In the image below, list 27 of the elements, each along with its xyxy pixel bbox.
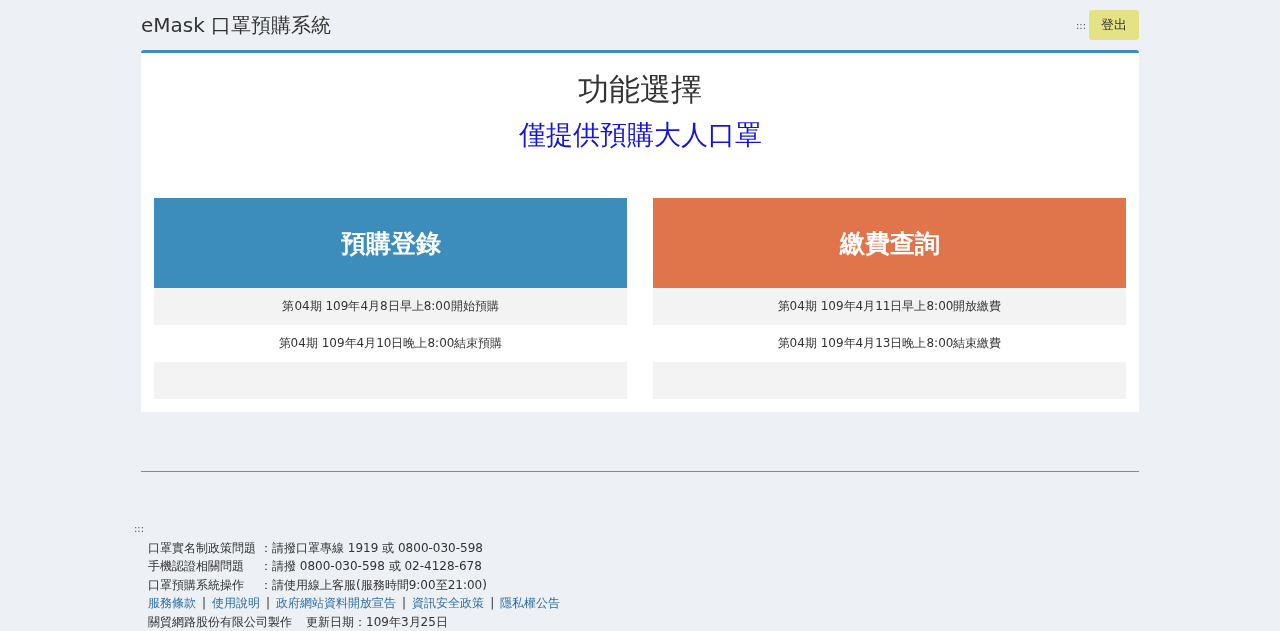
link-separator: |	[402, 596, 407, 610]
contact-label: 口罩預購系統操作	[148, 576, 245, 594]
footer-link[interactable]: 服務條款	[148, 596, 196, 610]
card-header-button[interactable]: 繳費查詢	[653, 198, 1126, 288]
link-separator: |	[202, 596, 207, 610]
footer-link[interactable]: 使用說明	[212, 596, 261, 610]
credit-text: 關貿網路股份有限公司製作	[148, 614, 292, 629]
schedule-text: 第04期 109年4月11日早上8:00開放繳費	[653, 288, 1126, 325]
link-separator: |	[490, 596, 495, 610]
link-separator: |	[266, 596, 271, 610]
menu-dots: :::	[1075, 19, 1086, 31]
page-heading: 功能選擇	[577, 70, 703, 109]
menu-dots: :::	[134, 523, 145, 534]
contact-info: ：請撥 0800-030-598 或 02-4128-678	[260, 558, 483, 575]
footer-link[interactable]: 資訊安全政策	[412, 596, 485, 610]
update-date: 更新日期：109年3月25日	[306, 614, 448, 629]
contact-info: ：請使用線上客服(服務時間9:00至21:00)	[260, 576, 487, 594]
site-title: eMask 口罩預購系統	[141, 11, 332, 39]
contact-label: 手機認證相關問題	[148, 558, 245, 575]
schedule-text: 第04期 109年4月8日早上8:00開始預購	[154, 288, 627, 325]
contact-label: 口罩實名制政策問題	[148, 539, 256, 557]
card-header-button[interactable]: 預購登錄	[154, 198, 627, 288]
contact-info: ：請撥口罩專線 1919 或 0800-030-598	[260, 539, 484, 557]
notice-subtitle: 僅提供預購大人口罩	[517, 118, 763, 152]
logout-button[interactable]: 登出	[1089, 10, 1139, 40]
footer-link[interactable]: 隱私權公告	[500, 596, 561, 610]
footer-link[interactable]: 政府網站資料開放宣告	[276, 596, 397, 610]
